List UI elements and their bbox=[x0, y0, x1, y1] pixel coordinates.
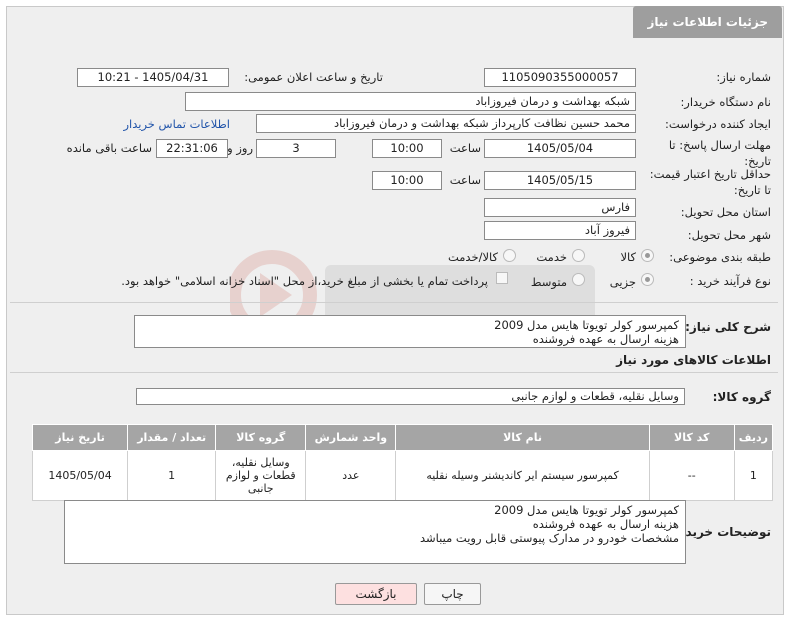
days-field: 3 bbox=[256, 139, 336, 158]
table-header: تعداد / مقدار bbox=[127, 424, 217, 451]
table-header: نام کالا bbox=[395, 424, 650, 451]
table-header: ردیف bbox=[733, 424, 774, 451]
table-cell: وسایل نقلیه، قطعات و لوازم جانبی bbox=[215, 450, 307, 501]
price-date-field: 1405/05/15 bbox=[484, 171, 636, 190]
goods-group-label: گروه کالا: bbox=[712, 390, 771, 404]
description-textarea[interactable]: کمپرسور کولر تویوتا هایس مدل 2009 هزینه … bbox=[134, 315, 686, 348]
page-title: جزئیات اطلاعات نیاز bbox=[633, 6, 782, 38]
back-button[interactable]: بازگشت bbox=[335, 583, 417, 605]
divider bbox=[10, 302, 778, 303]
buyer-org-field: شبکه بهداشت و درمان فیروزاباد bbox=[185, 92, 636, 111]
process-radio-minor[interactable] bbox=[641, 273, 654, 286]
description-line-2: هزینه ارسال به عهده فروشنده bbox=[532, 332, 679, 346]
process-option-minor: جزیی bbox=[609, 275, 636, 289]
table-cell: 1405/05/04 bbox=[31, 450, 129, 501]
buyer-notes-textarea[interactable]: کمپرسور کولر تویوتا هایس مدل 2009 هزینه … bbox=[64, 500, 686, 564]
creator-label: ایجاد کننده درخواست: bbox=[665, 117, 771, 131]
process-option-medium: متوسط bbox=[530, 275, 567, 289]
category-option-service: خدمت bbox=[536, 250, 567, 264]
table-header: گروه کالا bbox=[215, 424, 307, 451]
table-row: 1 -- کمپرسور سیستم ایر کاندیشنر وسیله نق… bbox=[31, 450, 774, 501]
table-header: واحد شمارش bbox=[305, 424, 397, 451]
buyer-notes-line-3: مشخصات خودرو در مدارک پیوستی قابل رویت م… bbox=[419, 531, 679, 545]
description-line-1: کمپرسور کولر تویوتا هایس مدل 2009 bbox=[494, 318, 679, 332]
buyer-org-label: نام دستگاه خریدار: bbox=[680, 95, 771, 109]
need-number-label: شماره نیاز: bbox=[716, 70, 771, 84]
table-cell: عدد bbox=[305, 450, 397, 501]
treasury-payment-checkbox[interactable] bbox=[496, 272, 508, 284]
category-radio-both[interactable] bbox=[503, 249, 516, 262]
province-field: فارس bbox=[484, 198, 636, 217]
reply-time-label: ساعت bbox=[449, 141, 481, 155]
table-cell: 1 bbox=[127, 450, 217, 501]
table-cell: کمپرسور سیستم ایر کاندیشنر وسیله نقلیه bbox=[395, 450, 650, 501]
process-label: نوع فرآیند خرید : bbox=[689, 274, 771, 288]
process-radio-medium[interactable] bbox=[572, 273, 585, 286]
reply-date-field: 1405/05/04 bbox=[484, 139, 636, 158]
description-label: شرح کلی نیاز: bbox=[685, 320, 771, 334]
city-label: شهر محل تحویل: bbox=[687, 228, 771, 242]
price-deadline-label: حداقل تاریخ اعتبار قیمت: تا تاریخ: bbox=[649, 167, 771, 197]
reply-time-field: 10:00 bbox=[372, 139, 442, 158]
remaining-time-label: ساعت باقی مانده bbox=[66, 141, 152, 155]
need-number-field: 1105090355000057 bbox=[484, 68, 636, 87]
price-time-label: ساعت bbox=[449, 173, 481, 187]
announce-label: تاریخ و ساعت اعلان عمومی: bbox=[244, 70, 383, 84]
days-label: روز و bbox=[227, 141, 253, 155]
table-header: کد کالا bbox=[648, 424, 735, 451]
buyer-notes-line-2: هزینه ارسال به عهده فروشنده bbox=[532, 517, 679, 531]
reply-deadline-label: مهلت ارسال پاسخ: تا تاریخ: bbox=[668, 138, 771, 168]
creator-field: محمد حسین نظافت کارپرداز شبکه بهداشت و د… bbox=[256, 114, 636, 133]
divider bbox=[10, 372, 778, 373]
goods-info-title: اطلاعات کالاهای مورد نیاز bbox=[616, 353, 771, 367]
table-header: تاریخ نیاز bbox=[31, 424, 129, 451]
price-time-field: 10:00 bbox=[372, 171, 442, 190]
treasury-payment-note: پرداخت تمام یا بخشی از مبلغ خرید،از محل … bbox=[121, 274, 488, 288]
province-label: استان محل تحویل: bbox=[680, 205, 771, 219]
category-option-both: کالا/خدمت bbox=[447, 250, 498, 264]
buyer-contact-link[interactable]: اطلاعات تماس خریدار bbox=[123, 117, 230, 131]
category-radio-service[interactable] bbox=[572, 249, 585, 262]
category-label: طبقه بندی موضوعی: bbox=[669, 250, 771, 264]
goods-table: ردیف کد کالا نام کالا واحد شمارش گروه کا… bbox=[31, 424, 774, 501]
category-radio-goods[interactable] bbox=[641, 249, 654, 262]
announce-field: 1405/04/31 - 10:21 bbox=[77, 68, 229, 87]
city-field: فیروز آباد bbox=[484, 221, 636, 240]
print-button[interactable]: چاپ bbox=[424, 583, 481, 605]
category-option-goods: کالا bbox=[620, 250, 636, 264]
table-cell: -- bbox=[648, 450, 735, 501]
buyer-notes-line-1: کمپرسور کولر تویوتا هایس مدل 2009 bbox=[494, 503, 679, 517]
goods-group-field: وسایل نقلیه، قطعات و لوازم جانبی bbox=[136, 388, 685, 405]
remaining-time-field: 22:31:06 bbox=[156, 139, 228, 158]
table-cell: 1 bbox=[733, 450, 774, 501]
